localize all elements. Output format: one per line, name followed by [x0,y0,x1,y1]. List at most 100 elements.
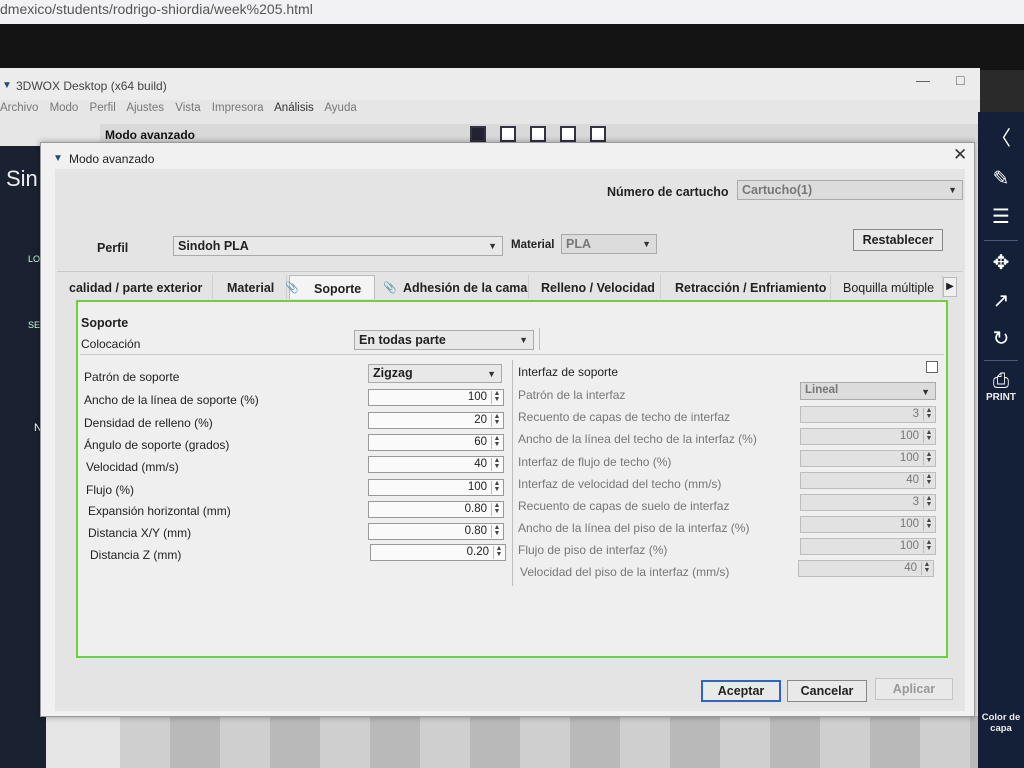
cartridge-select-value: Cartucho(1) [742,183,813,197]
view-top-icon[interactable] [530,126,546,142]
support-flow-label: Flujo (%) [86,483,135,497]
cylinder-icon[interactable]: 〈 [988,126,1014,152]
tab-multi-nozzle[interactable]: Boquilla múltiple [833,275,943,299]
menu-perfil[interactable]: Perfil [90,102,116,114]
menu-impresora[interactable]: Impresora [212,102,264,114]
maximize-button[interactable]: □ [956,72,964,88]
floor-flow-label: Flujo de piso de interfaz (%) [518,543,668,557]
stepper-icon[interactable]: ▲ ▼ [491,457,502,471]
roof-layers-field[interactable]: 3 ▲ ▼ [800,406,936,423]
print-label[interactable]: PRINT [980,392,1022,403]
roof-line-width-field[interactable]: 100 ▲ ▼ [800,428,936,445]
floor-speed-label: Velocidad del piso de la interfaz (mm/s) [520,565,730,579]
move-icon[interactable]: ✥ [988,250,1014,276]
chevron-down-icon: ▼ [488,241,497,251]
placement-select[interactable]: En todas parte ▼ [354,330,534,350]
stepper-icon[interactable]: ▲ ▼ [923,539,934,553]
roof-speed-field[interactable]: 40 ▲ ▼ [800,472,936,489]
tab-quality[interactable]: calidad / parte exterior [57,275,213,299]
horizontal-expansion-field[interactable]: 0.80 ▲ ▼ [368,501,504,518]
dialog-logo-icon: ▼ [53,153,63,164]
floor-flow-field[interactable]: 100 ▲ ▼ [800,538,936,555]
stepper-icon[interactable]: ▲ ▼ [923,495,934,509]
rotate-icon[interactable]: ↻ [988,326,1014,352]
stepper-icon[interactable]: ▲ ▼ [923,407,934,421]
infill-density-field[interactable]: 20 ▲ ▼ [368,412,504,429]
stepper-icon[interactable]: ▲ ▼ [923,517,934,531]
scale-icon[interactable]: ↗ [988,288,1014,314]
tab-infill-speed[interactable]: Relleno / Velocidad [531,275,661,299]
z-distance-field[interactable]: 0.20 ▲ ▼ [370,544,506,561]
floor-layers-field[interactable]: 3 ▲ ▼ [800,494,936,511]
infill-density-label: Densidad de relleno (%) [84,416,213,430]
stepper-icon[interactable]: ▲ ▼ [491,524,502,538]
support-section-title: Soporte [81,316,129,330]
column-divider [512,360,513,586]
stepper-icon[interactable]: ▲ ▼ [923,451,934,465]
stepper-icon[interactable]: ▲ ▼ [493,545,504,559]
view-front-icon[interactable] [500,126,516,142]
menu-archivo[interactable]: Archivo [0,102,38,114]
stepper-icon[interactable]: ▲ ▼ [923,429,934,443]
settings-tabs: calidad / parte exterior Material Soport… [57,275,965,299]
cancel-button[interactable]: Cancelar [787,680,867,702]
xy-distance-field[interactable]: 0.80 ▲ ▼ [368,523,504,540]
view-wire-icon[interactable] [590,126,606,142]
edit-cylinder-icon[interactable]: ✎ [988,166,1014,192]
floor-speed-field[interactable]: 40 ▲ ▼ [798,560,934,577]
chevron-down-icon: ▼ [948,185,957,195]
stepper-icon[interactable]: ▲ ▼ [921,561,932,575]
material-label: Material [511,239,555,251]
print-icon[interactable]: ⎙ [988,368,1014,394]
menu-bar: Archivo Modo Perfil Ajustes Vista Impres… [0,102,420,120]
support-pattern-select[interactable]: Zigzag ▼ [368,364,502,383]
accept-button[interactable]: Aceptar [701,680,781,702]
menu-vista[interactable]: Vista [175,102,200,114]
reset-button[interactable]: Restablecer [853,229,943,251]
toolbar-divider [984,240,1018,241]
minimize-button[interactable]: — [916,72,930,88]
floor-line-width-field[interactable]: 100 ▲ ▼ [800,516,936,533]
browser-url-bar[interactable]: dmexico/students/rodrigo-shiordia/week%2… [0,0,1024,24]
stepper-icon[interactable]: ▲ ▼ [491,502,502,516]
load-label[interactable]: LO [28,254,40,264]
stepper-icon[interactable]: ▲ ▼ [491,413,502,427]
stepper-icon[interactable]: ▲ ▼ [491,390,502,404]
tab-bed-adhesion[interactable]: Adhesión de la cama [377,275,529,299]
menu-ayuda[interactable]: Ayuda [324,102,356,114]
stepper-icon[interactable]: ▲ ▼ [491,480,502,494]
roof-flow-field[interactable]: 100 ▲ ▼ [800,450,936,467]
apply-button[interactable]: Aplicar [875,678,953,700]
support-line-width-field[interactable]: 100 ▲ ▼ [368,389,504,406]
stepper-icon[interactable]: ▲ ▼ [491,435,502,449]
profile-select-value: Sindoh PLA [178,239,249,253]
tabs-scroll-right-icon[interactable]: ▶ [943,277,957,297]
tab-material[interactable]: Material [217,275,287,299]
material-select[interactable]: PLA ▼ [561,234,657,254]
menu-modo[interactable]: Modo [50,102,79,114]
layers-icon[interactable]: ☰ [988,204,1014,230]
stepper-icon[interactable]: ▲ ▼ [923,473,934,487]
support-interface-checkbox[interactable] [926,361,938,373]
left-sidebar-title: Sin [6,166,38,191]
support-tab-clip-icon: 📎 [285,282,299,294]
view-side-icon[interactable] [560,126,576,142]
support-speed-field[interactable]: 40 ▲ ▼ [368,456,504,473]
material-select-value: PLA [566,237,591,251]
view-solid-icon[interactable] [470,126,486,142]
cartridge-select[interactable]: Cartucho(1) ▼ [737,180,963,200]
tab-retraction-cooling[interactable]: Retracción / Enfriamiento [663,275,831,299]
support-flow-field[interactable]: 100 ▲ ▼ [368,479,504,496]
chevron-down-icon: ▼ [921,387,930,397]
color-layer-label[interactable]: Color de capa [980,712,1022,734]
chevron-down-icon: ▼ [642,239,651,249]
support-flow-value: 100 [467,481,487,493]
xy-distance-value: 0.80 [464,525,487,537]
menu-ajustes[interactable]: Ajustes [126,102,164,114]
support-angle-field[interactable]: 60 ▲ ▼ [368,434,504,451]
dialog-close-icon[interactable]: ✕ [953,145,967,165]
interface-pattern-select[interactable]: Lineal ▼ [800,382,936,400]
profile-select[interactable]: Sindoh PLA ▼ [173,236,503,256]
menu-analisis[interactable]: Análisis [274,102,314,114]
tab-support[interactable]: Soporte [289,275,375,299]
